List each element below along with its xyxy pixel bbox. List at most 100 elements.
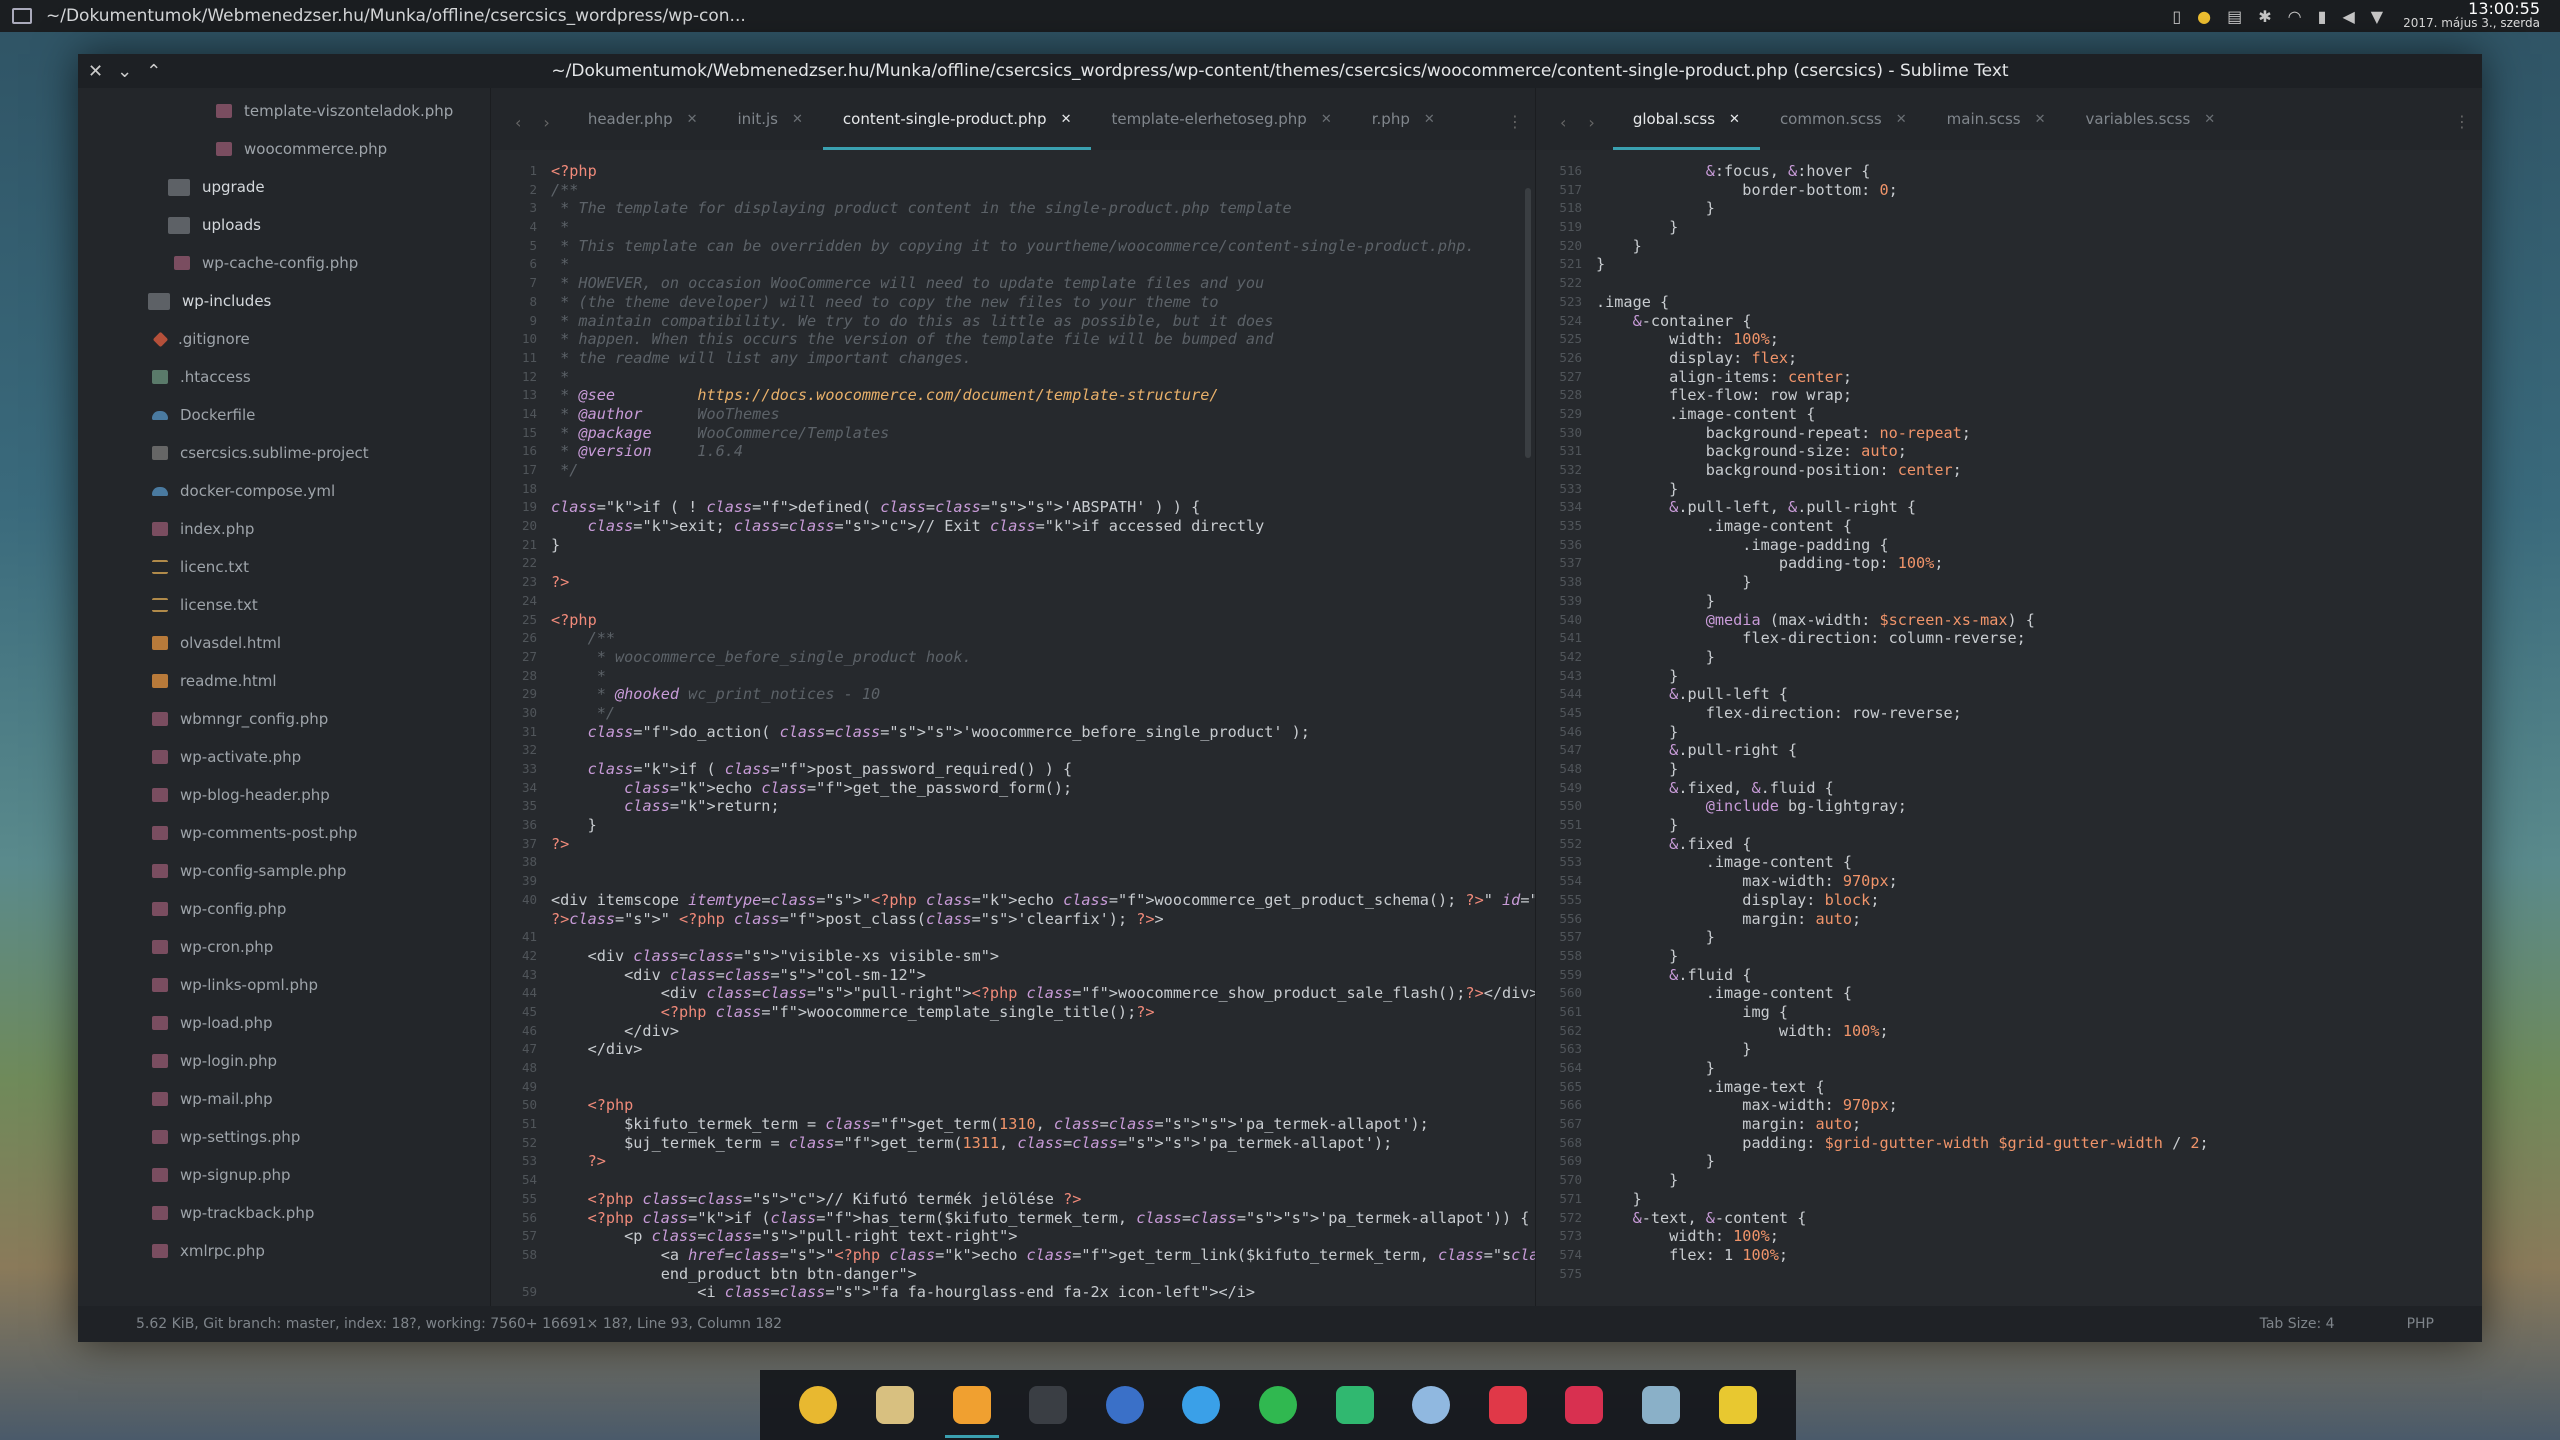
code-line[interactable]: * [551,667,1535,686]
window-icon[interactable] [12,8,32,24]
code-line[interactable]: /** [551,181,1535,200]
spotify-icon[interactable] [1258,1386,1297,1424]
code-line[interactable]: } [1596,760,2482,779]
sublime-text-icon[interactable] [944,1386,999,1438]
code-line[interactable]: ?> [551,573,1535,592]
tab[interactable]: main.scss ✕ [1927,88,2066,150]
code-line[interactable]: img { [1596,1003,2482,1022]
tab-more-icon[interactable]: ⋮ [1507,112,1523,131]
close-tab-icon[interactable]: ✕ [1729,112,1740,127]
code-line[interactable]: <?php class="f">woocommerce_template_sin… [551,1003,1535,1022]
code-line[interactable]: class="k">exit; class=class="s">"c">// E… [551,517,1535,536]
code-line[interactable]: $uj_termek_term = class="f">get_term(131… [551,1134,1535,1153]
code-area-right[interactable]: 516 517 518 519 520 521 522 523 524 525 526 527 528 5… [1536,150,2482,1306]
code-line[interactable]: } [551,536,1535,555]
code-line[interactable]: max-width: 970px; [1596,872,2482,891]
sidebar-file[interactable]: wp-settings.php [78,1118,490,1156]
code-line[interactable]: max-width: 970px; [1596,1096,2482,1115]
code-line[interactable] [551,480,1535,499]
sidebar-file[interactable]: license.txt [78,586,490,624]
sidebar-file[interactable]: licenc.txt [78,548,490,586]
tab[interactable]: global.scss ✕ [1612,88,1761,150]
code-line[interactable]: } [1596,1190,2482,1209]
sidebar-file[interactable]: wp-blog-header.php [78,776,490,814]
code-line[interactable]: &.fluid { [1596,966,2482,985]
code-line[interactable]: @media (max-width: $screen-xs-max) { [1596,611,2482,630]
tab-more-icon[interactable]: ⋮ [2454,112,2470,131]
sidebar-folder[interactable]: wp-includes [78,282,490,320]
code-line[interactable]: .image-padding { [1596,536,2482,555]
code-line[interactable]: <div class=class="s">"visible-xs visible… [551,947,1535,966]
code-line[interactable]: ?> [551,835,1535,854]
code-line[interactable]: &.pull-right { [1596,741,2482,760]
code-line[interactable]: align-items: center; [1596,368,2482,387]
code-line[interactable]: &.fixed { [1596,835,2482,854]
sidebar-file[interactable]: wp-links-opml.php [78,966,490,1004]
code-line[interactable]: * @see https://docs.woocommerce.com/docu… [551,386,1535,405]
sidebar-file[interactable]: wbmngr_config.php [78,700,490,738]
code-line[interactable]: .image-content { [1596,984,2482,1003]
code-line[interactable]: * maintain compatibility. We try to do t… [551,312,1535,331]
sidebar-file[interactable]: xmlrpc.php [78,1232,490,1270]
close-tab-icon[interactable]: ✕ [1896,112,1907,127]
code-line[interactable]: /** [551,629,1535,648]
close-tab-icon[interactable]: ✕ [1061,112,1072,127]
code-line[interactable]: <?php class=class="s">"c">// Kifutó term… [551,1190,1535,1209]
sidebar-file[interactable]: olvasdel.html [78,624,490,662]
code-line[interactable]: <?php [551,1096,1535,1115]
code-line[interactable]: background-repeat: no-repeat; [1596,424,2482,443]
sidebar-file[interactable]: csercsics.sublime-project [78,434,490,472]
code-line[interactable]: &:focus, &:hover { [1596,162,2482,181]
wifi-icon[interactable]: ◠ [2288,7,2302,26]
code-line[interactable]: <div class=class="s">"pull-right"><?php … [551,984,1535,1003]
sidebar-file[interactable]: wp-mail.php [78,1080,490,1118]
code-line[interactable]: */ [551,704,1535,723]
code-line[interactable]: flex: 1 100%; [1596,1246,2482,1265]
code-line[interactable]: <?php [551,611,1535,630]
sidebar-file[interactable]: woocommerce.php [78,130,490,168]
code-line[interactable]: flex-direction: row-reverse; [1596,704,2482,723]
code-line[interactable] [551,592,1535,611]
tab[interactable]: common.scss ✕ [1760,88,1927,150]
code-line[interactable] [551,1171,1535,1190]
code-line[interactable] [551,554,1535,573]
code-line[interactable]: ?>class="s">" <?php class="f">post_class… [551,910,1535,929]
files-icon[interactable] [875,1386,914,1424]
code-line[interactable]: } [1596,1152,2482,1171]
sidebar-file[interactable]: wp-signup.php [78,1156,490,1194]
code-line[interactable]: background-position: center; [1596,461,2482,480]
code-line[interactable]: width: 100%; [1596,1022,2482,1041]
code-line[interactable]: &-container { [1596,312,2482,331]
sidebar-file[interactable]: wp-config.php [78,890,490,928]
code-line[interactable]: * @author WooThemes [551,405,1535,424]
sidebar-file[interactable]: docker-compose.yml [78,472,490,510]
code-line[interactable]: display: block; [1596,891,2482,910]
code-line[interactable]: */ [551,461,1535,480]
code-line[interactable]: class="k">if ( ! class="f">defined( clas… [551,498,1535,517]
syntax-selector[interactable]: PHP [2407,1316,2434,1332]
code-line[interactable]: } [1596,723,2482,742]
tab-prev-icon[interactable]: ‹ [1560,113,1566,132]
code-line[interactable] [551,872,1535,891]
sidebar-file[interactable]: wp-comments-post.php [78,814,490,852]
code-line[interactable]: class="k">return; [551,797,1535,816]
code-line[interactable]: $kifuto_termek_term = class="f">get_term… [551,1115,1535,1134]
code-line[interactable]: } [1596,199,2482,218]
code-line[interactable]: @include bg-lightgray; [1596,797,2482,816]
tab[interactable]: template-elerhetoseg.php ✕ [1091,88,1351,150]
code-line[interactable] [551,1059,1535,1078]
close-tab-icon[interactable]: ✕ [1321,112,1332,127]
pidgin-icon[interactable] [1412,1386,1451,1424]
tab[interactable]: header.php ✕ [568,88,718,150]
code-line[interactable] [1596,274,2482,293]
code-line[interactable]: * @version 1.6.4 [551,442,1535,461]
maximize-window-icon[interactable]: ⌃ [146,61,161,82]
sidebar-file[interactable]: .htaccess [78,358,490,396]
sidebar-file[interactable]: Dockerfile [78,396,490,434]
sidebar-file[interactable]: template-viszonteladok.php [78,92,490,130]
code-line[interactable]: } [1596,667,2482,686]
volume-icon[interactable]: ◀ [2342,7,2354,26]
tab-prev-icon[interactable]: ‹ [515,113,521,132]
tab[interactable]: content-single-product.php ✕ [822,88,1092,150]
code-line[interactable]: * @hooked wc_print_notices - 10 [551,685,1535,704]
